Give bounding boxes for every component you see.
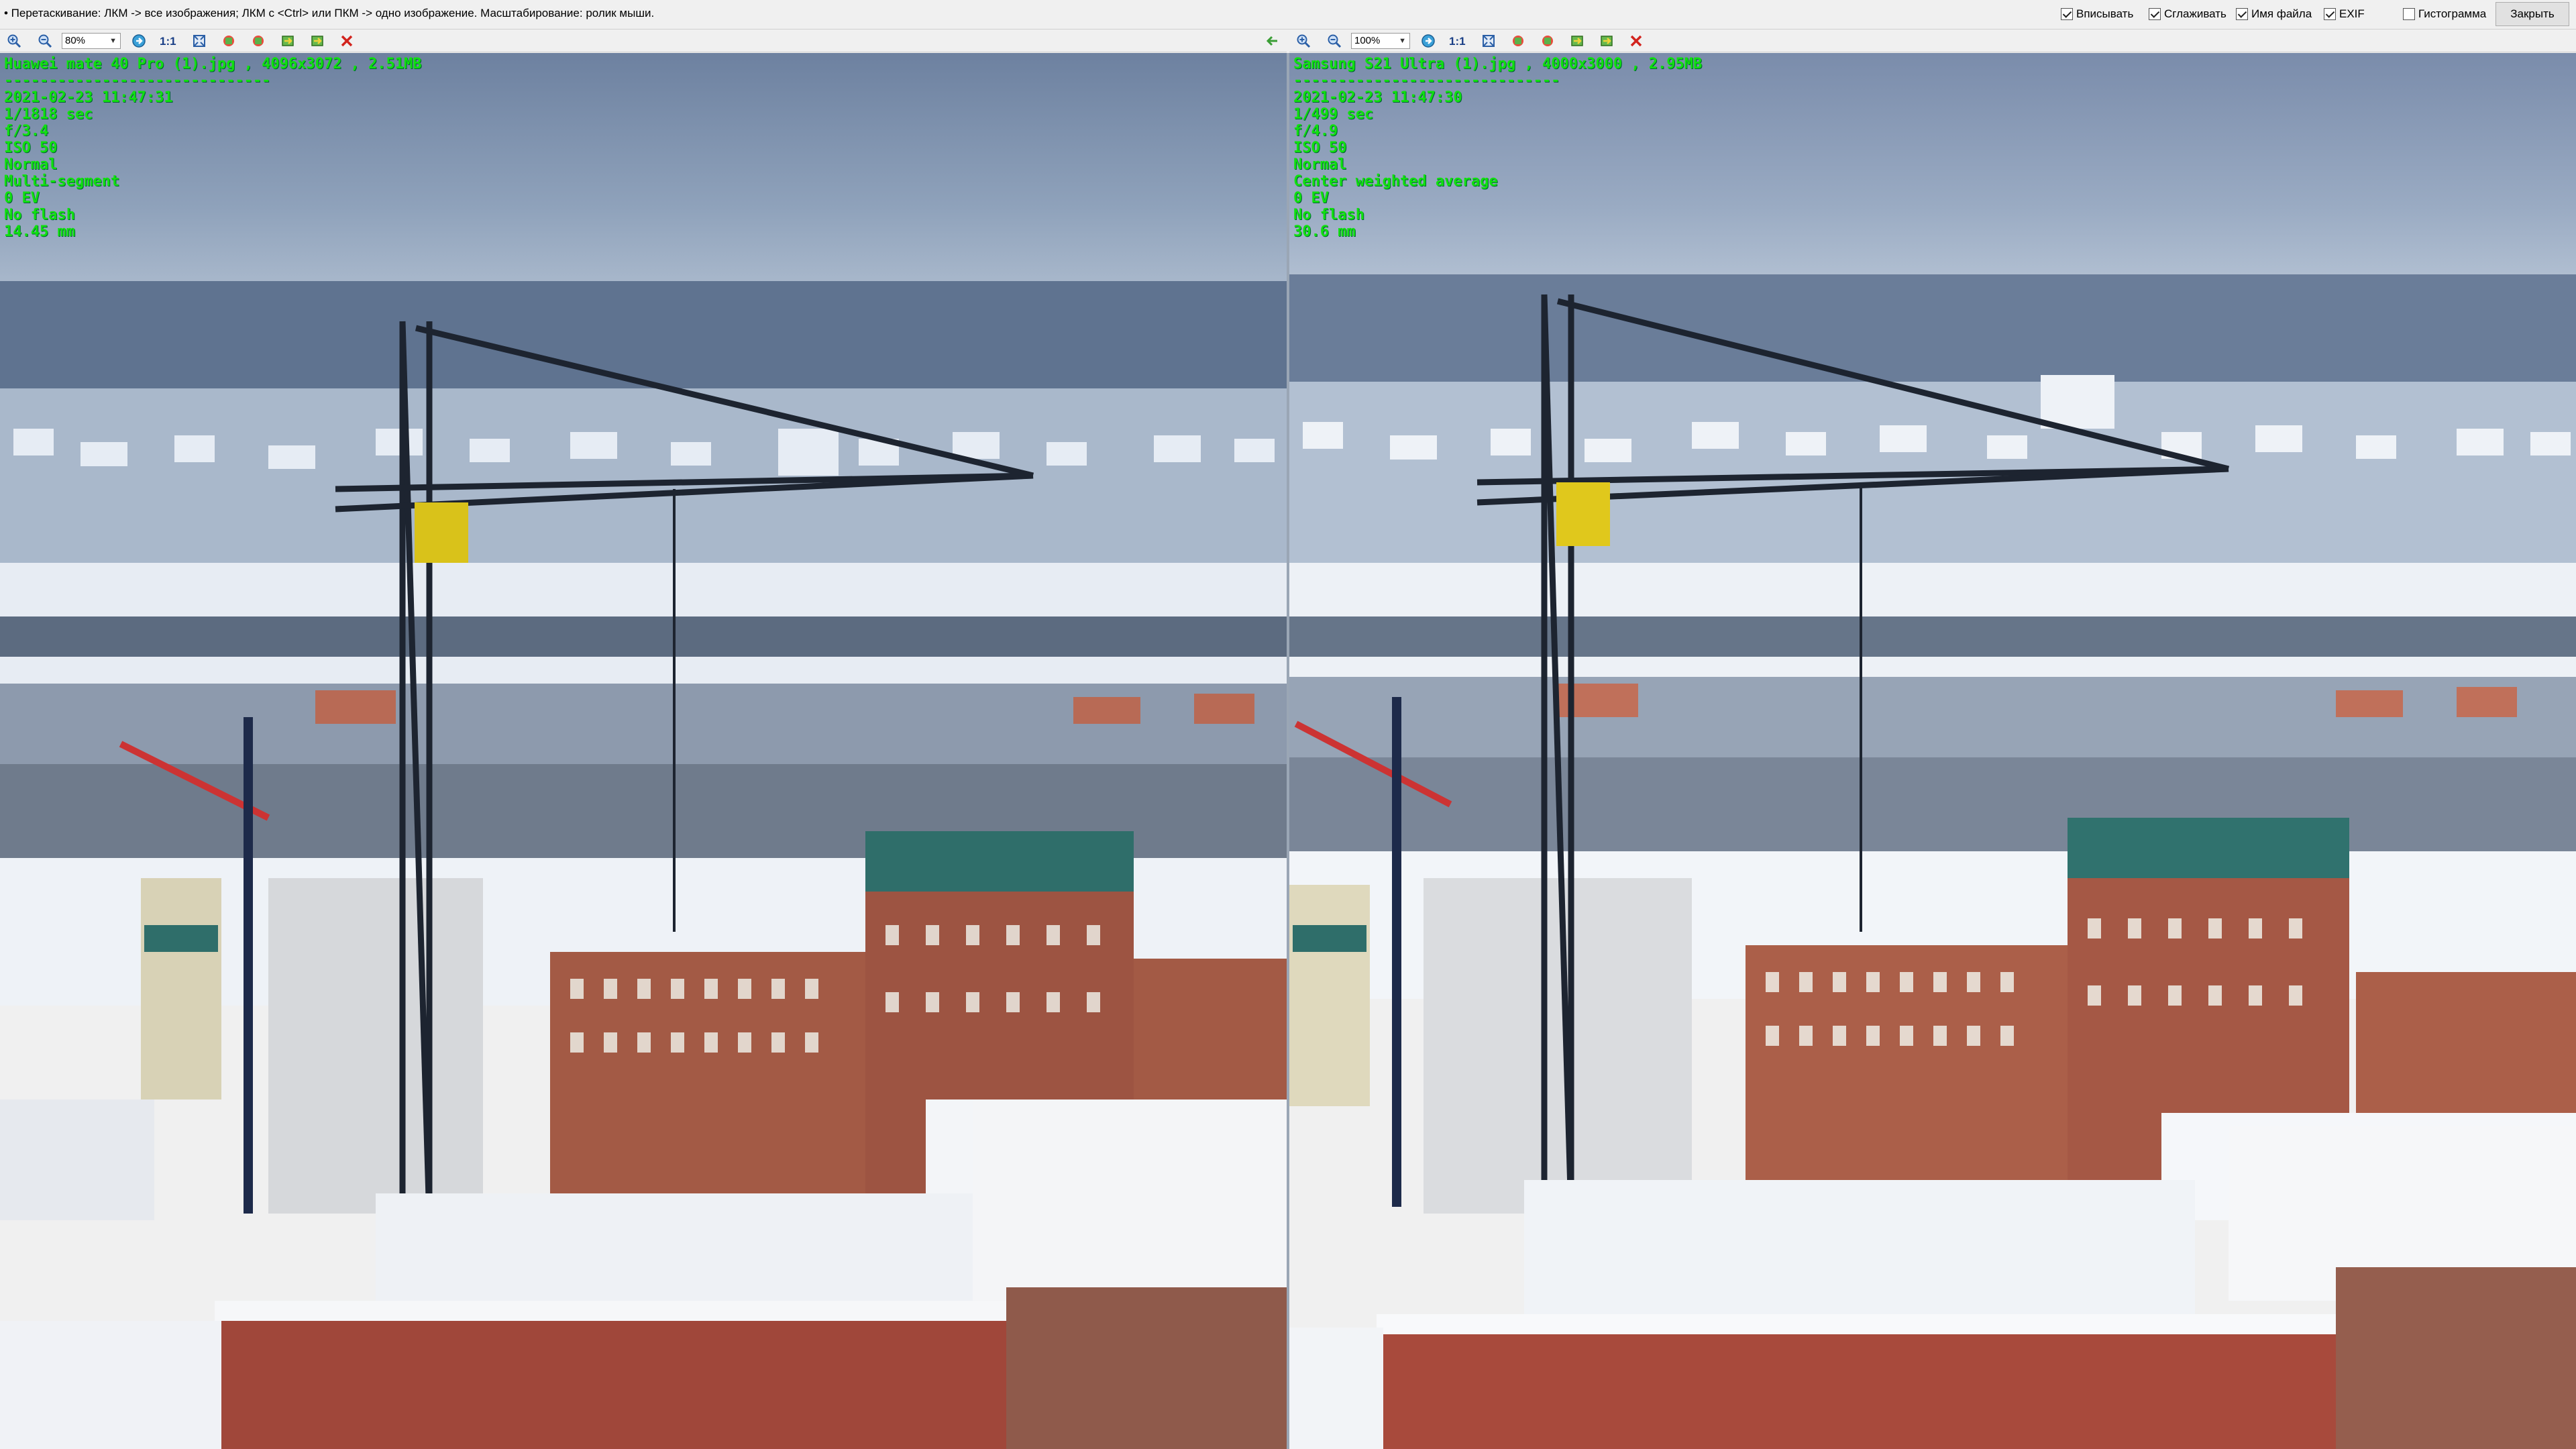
exif-aperture: f/3.4: [4, 123, 49, 140]
exif-overlay: Samsung S21 Ultra (1).jpg , 4000x3000 , …: [1293, 56, 1702, 240]
exif-filename: Samsung S21 Ultra (1).jpg , 4000x3000 , …: [1293, 56, 1703, 72]
close-icon[interactable]: [1629, 34, 1644, 48]
exif-filename: Huawei mate 40 Pro (1).jpg , 4096x3072 ,…: [4, 56, 422, 72]
rotate-right-icon[interactable]: [251, 34, 266, 48]
exif-mode: Normal: [1293, 156, 1347, 173]
exif-datetime: 2021-02-23 11:47:31: [4, 89, 173, 106]
exif-focal: 30.6 mm: [1293, 223, 1356, 240]
close-button[interactable]: Закрыть: [2496, 2, 2569, 26]
rotate-right-icon[interactable]: [1540, 34, 1555, 48]
option-filename[interactable]: Имя файла: [2236, 6, 2312, 22]
exif-datetime: 2021-02-23 11:47:30: [1293, 89, 1462, 106]
option-histogram[interactable]: Гистограмма: [2403, 6, 2486, 22]
right-toolbar: 100% ▼ 1:1: [1289, 30, 2576, 52]
option-smooth-label: Сглаживать: [2164, 7, 2226, 20]
zoom-in-icon[interactable]: [7, 34, 21, 48]
usage-hint: • Перетаскивание: ЛКМ -> все изображения…: [4, 7, 655, 19]
rotate-left-icon[interactable]: [221, 34, 236, 48]
checkbox-icon[interactable]: [2149, 8, 2161, 20]
option-fit[interactable]: Вписывать: [2061, 6, 2133, 22]
exif-metering: Center weighted average: [1293, 173, 1498, 190]
option-exif-label: EXIF: [2339, 7, 2365, 20]
checkbox-icon[interactable]: [2236, 8, 2248, 20]
zoom-out-icon[interactable]: [1327, 34, 1342, 48]
left-toolbar: 80% ▼ 1:1: [0, 30, 1287, 52]
image-compare-window: • Перетаскивание: ЛКМ -> все изображения…: [0, 0, 2576, 1449]
exif-separator: ------------------------------: [1293, 72, 1560, 89]
checkbox-icon[interactable]: [2324, 8, 2336, 20]
close-icon[interactable]: [339, 34, 354, 48]
zoom-out-icon[interactable]: [38, 34, 52, 48]
right-image-pane[interactable]: Samsung S21 Ultra (1).jpg , 4000x3000 , …: [1289, 53, 2576, 1449]
exif-ev: 0 EV: [1293, 190, 1329, 207]
actual-size-button[interactable]: 1:1: [160, 35, 176, 48]
winter-cityscape-photo: [1289, 53, 2576, 1449]
left-image-pane[interactable]: Huawei mate 40 Pro (1).jpg , 4096x3072 ,…: [0, 53, 1287, 1449]
fit-window-icon[interactable]: [192, 34, 207, 48]
exif-focal: 14.45 mm: [4, 223, 75, 240]
option-exif[interactable]: EXIF: [2324, 6, 2365, 22]
exif-shutter: 1/1818 sec: [4, 106, 93, 123]
exif-iso: ISO 50: [1293, 140, 1347, 156]
option-histogram-label: Гистограмма: [2418, 7, 2487, 20]
exif-separator: ------------------------------: [4, 72, 271, 89]
exif-mode: Normal: [4, 156, 58, 173]
exif-flash: No flash: [1293, 207, 1364, 223]
chevron-down-icon: ▼: [1399, 37, 1406, 45]
option-smooth[interactable]: Сглаживать: [2149, 6, 2226, 22]
fit-window-icon[interactable]: [1481, 34, 1496, 48]
zoom-level-value: 100%: [1354, 35, 1381, 46]
sync-arrow-icon[interactable]: [131, 34, 146, 48]
flip-vertical-icon[interactable]: [1599, 34, 1614, 48]
rotate-left-icon[interactable]: [1511, 34, 1525, 48]
zoom-level-select[interactable]: 80% ▼: [62, 33, 121, 49]
exif-shutter: 1/499 sec: [1293, 106, 1374, 123]
info-bar: • Перетаскивание: ЛКМ -> все изображения…: [0, 0, 2576, 30]
actual-size-button[interactable]: 1:1: [1449, 35, 1466, 48]
exif-flash: No flash: [4, 207, 75, 223]
flip-vertical-icon[interactable]: [310, 34, 325, 48]
checkbox-icon[interactable]: [2061, 8, 2073, 20]
zoom-level-value: 80%: [65, 35, 86, 46]
exif-iso: ISO 50: [4, 140, 58, 156]
sync-arrow-icon[interactable]: [1421, 34, 1436, 48]
checkbox-icon[interactable]: [2403, 8, 2415, 20]
exif-aperture: f/4.9: [1293, 123, 1338, 140]
zoom-level-select[interactable]: 100% ▼: [1351, 33, 1410, 49]
option-filename-label: Имя файла: [2251, 7, 2312, 20]
exif-metering: Multi-segment: [4, 173, 120, 190]
zoom-in-icon[interactable]: [1296, 34, 1311, 48]
exif-ev: 0 EV: [4, 190, 40, 207]
option-fit-label: Вписывать: [2076, 7, 2134, 20]
chevron-down-icon: ▼: [109, 37, 117, 45]
exif-overlay: Huawei mate 40 Pro (1).jpg , 4096x3072 ,…: [4, 56, 422, 240]
arrow-left-icon[interactable]: [1265, 34, 1280, 48]
winter-cityscape-photo: [0, 53, 1287, 1449]
flip-horizontal-icon[interactable]: [1570, 34, 1585, 48]
flip-horizontal-icon[interactable]: [280, 34, 295, 48]
